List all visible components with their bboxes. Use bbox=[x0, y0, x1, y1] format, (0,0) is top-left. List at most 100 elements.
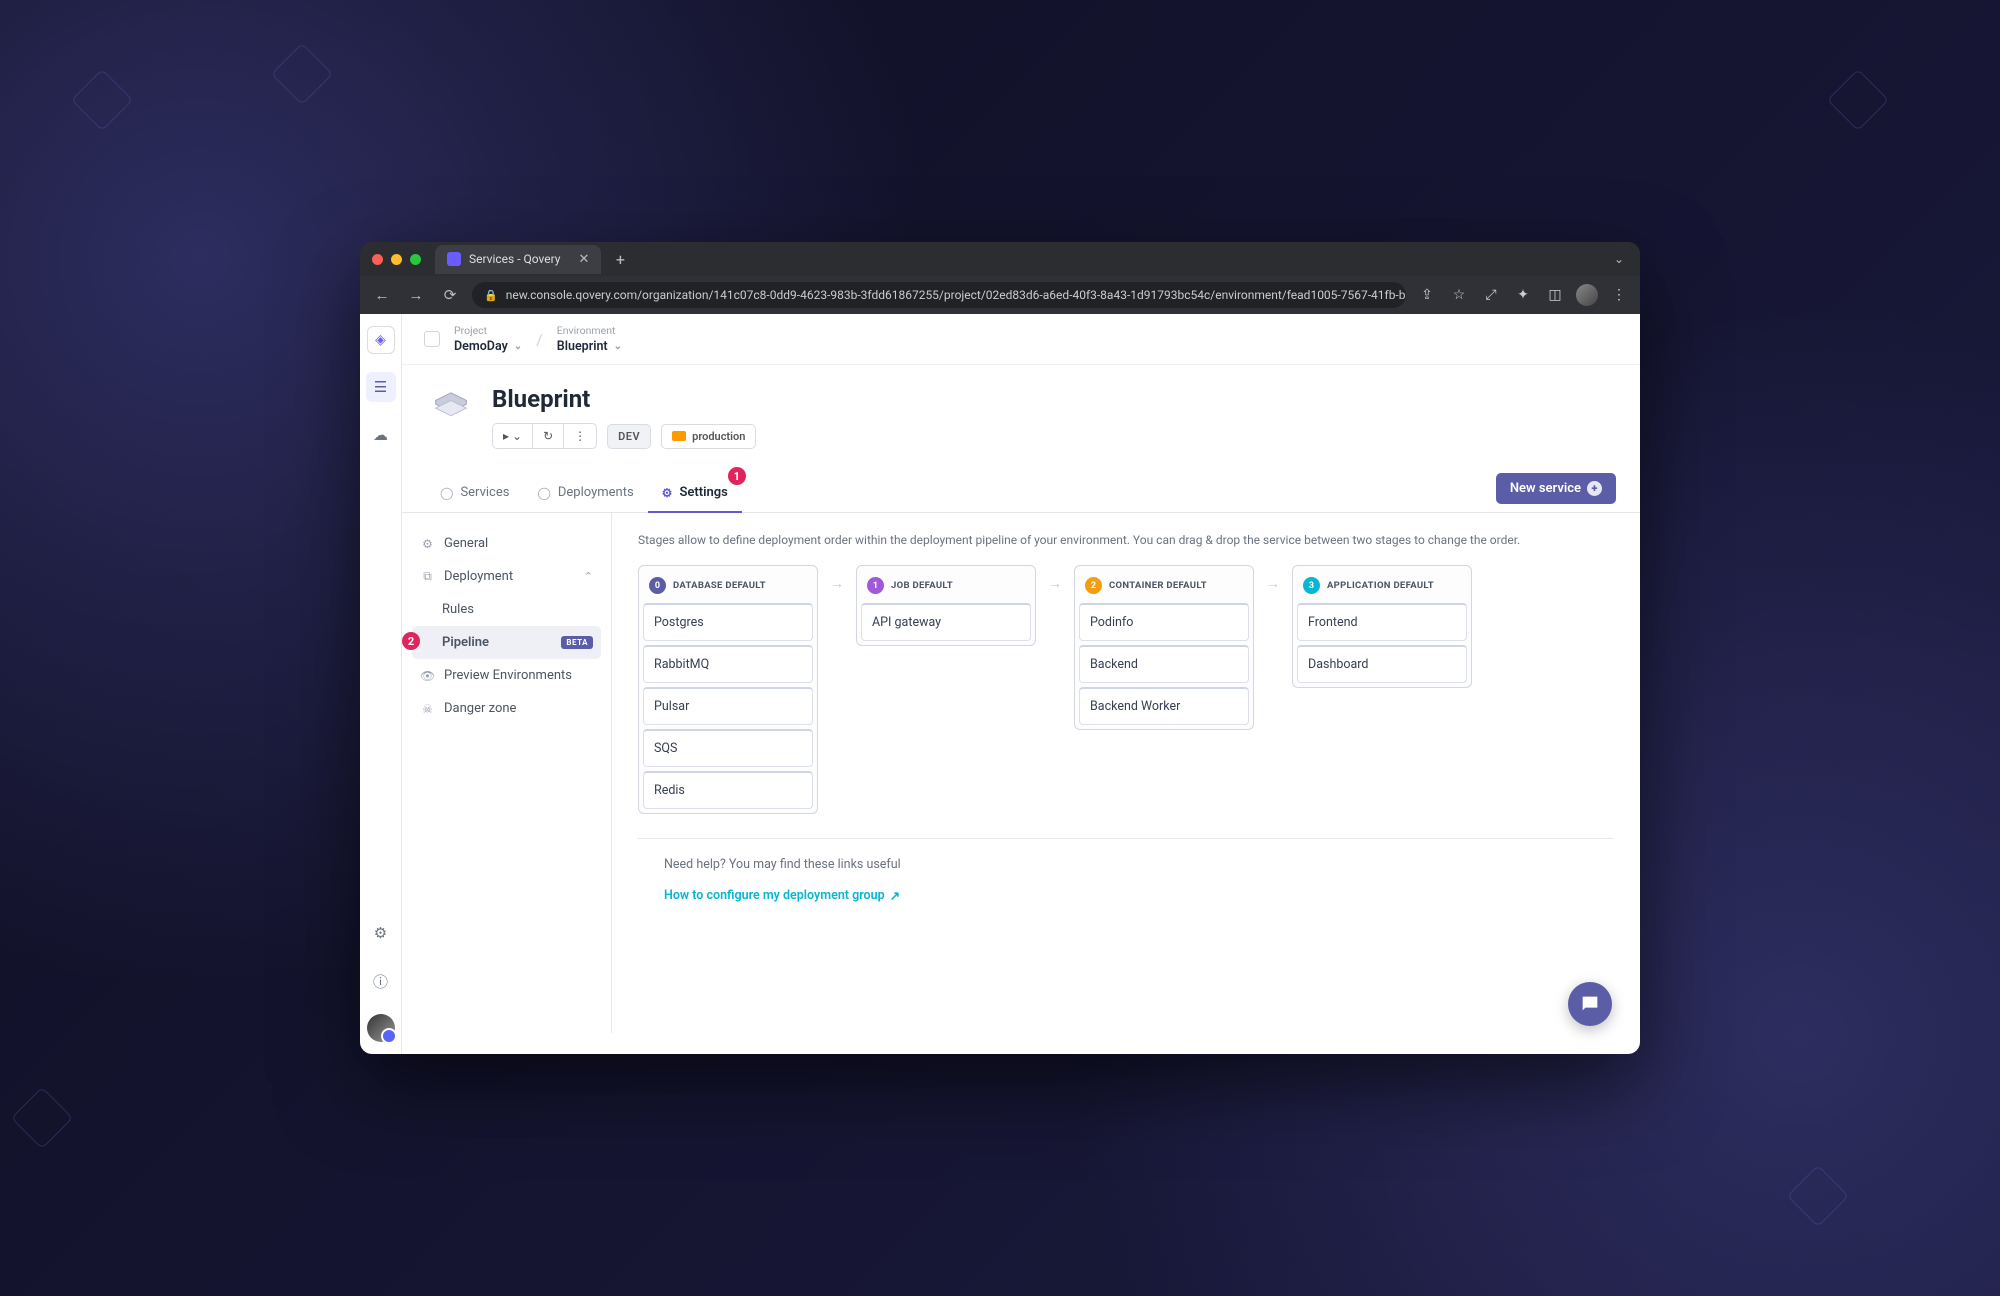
help-link[interactable]: How to configure my deployment group ↗ bbox=[664, 888, 900, 904]
menu-label: Pipeline bbox=[442, 635, 489, 650]
breadcrumb-project[interactable]: Project DemoDay⌄ bbox=[454, 324, 522, 354]
beta-tag: BETA bbox=[561, 636, 593, 649]
breadcrumb-environment[interactable]: Environment Blueprint ⌄ bbox=[557, 324, 622, 354]
tab-services[interactable]: ◯Services bbox=[426, 473, 523, 512]
more-button[interactable]: ⋮ bbox=[564, 424, 596, 448]
pipeline-description: Stages allow to define deployment order … bbox=[638, 533, 1614, 547]
stage-arrow-icon: → bbox=[830, 565, 844, 592]
stage-number: 1 bbox=[867, 577, 884, 594]
service-card[interactable]: API gateway bbox=[861, 603, 1031, 641]
gear-icon: ⚙ bbox=[420, 537, 435, 551]
stages-row: 0DATABASE DEFAULTPostgresRabbitMQPulsarS… bbox=[638, 565, 1614, 814]
menu-danger[interactable]: ☠Danger zone bbox=[412, 692, 601, 725]
profile-avatar[interactable] bbox=[1576, 284, 1598, 306]
tab-label: Deployments bbox=[558, 485, 634, 500]
play-button[interactable]: ▸ ⌄ bbox=[493, 424, 533, 448]
chevron-down-icon: ⌄ bbox=[614, 341, 622, 352]
close-tab-icon[interactable]: ✕ bbox=[578, 252, 589, 267]
tabs-dropdown-icon[interactable]: ⌄ bbox=[1614, 252, 1624, 266]
share-icon[interactable]: ⇪ bbox=[1416, 287, 1438, 303]
service-card[interactable]: Frontend bbox=[1297, 603, 1467, 641]
minimize-window-icon[interactable] bbox=[391, 254, 402, 265]
service-card[interactable]: Podinfo bbox=[1079, 603, 1249, 641]
reload-button[interactable]: ⟳ bbox=[438, 286, 462, 304]
breadcrumb-label: Project bbox=[454, 324, 522, 337]
menu-preview[interactable]: 👁 Preview Environments bbox=[412, 659, 601, 692]
stage-column: 0DATABASE DEFAULTPostgresRabbitMQPulsarS… bbox=[638, 565, 818, 814]
menu-deployment[interactable]: ⧉Deployment⌃ bbox=[412, 560, 601, 593]
chevron-up-icon: ⌃ bbox=[584, 570, 593, 583]
help-link-text: How to configure my deployment group bbox=[664, 888, 885, 903]
app-sidebar: ◈ ☰ ☁ ⚙ ⓘ bbox=[360, 314, 402, 1054]
project-icon bbox=[424, 331, 440, 347]
env-mode-tag: DEV bbox=[607, 424, 651, 449]
menu-icon[interactable]: ⋮ bbox=[1608, 287, 1630, 303]
sidebar-environments-icon[interactable]: ☰ bbox=[366, 372, 396, 402]
breadcrumb-value: Blueprint bbox=[557, 339, 608, 354]
sidebar-avatar[interactable] bbox=[367, 1014, 395, 1042]
restart-button[interactable]: ↻ bbox=[533, 424, 564, 448]
maximize-window-icon[interactable] bbox=[410, 254, 421, 265]
service-card[interactable]: SQS bbox=[643, 729, 813, 767]
plus-icon: + bbox=[1587, 481, 1602, 496]
breadcrumb: Project DemoDay⌄ / Environment Blueprint… bbox=[402, 314, 1640, 365]
window-controls bbox=[372, 254, 421, 265]
menu-pipeline[interactable]: 2 Pipeline BETA bbox=[412, 626, 601, 659]
service-card[interactable]: Dashboard bbox=[1297, 645, 1467, 683]
tab-label: Services bbox=[460, 485, 509, 500]
environment-icon bbox=[426, 385, 476, 435]
stage-title: JOB DEFAULT bbox=[891, 580, 953, 591]
forward-button[interactable]: → bbox=[404, 286, 428, 304]
help-title: Need help? You may find these links usef… bbox=[664, 857, 1588, 872]
stage-title: CONTAINER DEFAULT bbox=[1109, 580, 1207, 591]
page-title: Blueprint bbox=[492, 385, 756, 413]
bookmark-icon[interactable]: ☆ bbox=[1448, 287, 1470, 303]
service-card[interactable]: Pulsar bbox=[643, 687, 813, 725]
header-area: Blueprint ▸ ⌄ ↻ ⋮ DEV production bbox=[402, 365, 1640, 449]
close-window-icon[interactable] bbox=[372, 254, 383, 265]
fullscreen-icon[interactable]: ⤢ bbox=[1480, 287, 1502, 303]
back-button[interactable]: ← bbox=[370, 286, 394, 304]
help-section: Need help? You may find these links usef… bbox=[638, 838, 1614, 922]
menu-general[interactable]: ⚙ General bbox=[412, 527, 601, 560]
breadcrumb-label: Environment bbox=[557, 324, 622, 337]
service-card[interactable]: RabbitMQ bbox=[643, 645, 813, 683]
service-card[interactable]: Backend bbox=[1079, 645, 1249, 683]
panel-icon[interactable]: ◫ bbox=[1544, 287, 1566, 303]
menu-label: Danger zone bbox=[444, 701, 516, 716]
address-bar[interactable]: 🔒 new.console.qovery.com/organization/14… bbox=[472, 282, 1406, 308]
sidebar-info-icon[interactable]: ⓘ bbox=[366, 966, 396, 996]
service-card[interactable]: Postgres bbox=[643, 603, 813, 641]
new-tab-button[interactable]: + bbox=[607, 246, 633, 272]
service-card[interactable]: Backend Worker bbox=[1079, 687, 1249, 725]
service-card[interactable]: Redis bbox=[643, 771, 813, 809]
tab-settings[interactable]: ⚙ Settings 1 bbox=[648, 473, 742, 512]
stage-title: DATABASE DEFAULT bbox=[673, 580, 766, 591]
browser-window: Services - Qovery ✕ + ⌄ ← → ⟳ 🔒 new.cons… bbox=[360, 242, 1640, 1054]
cloud-tag: production bbox=[661, 424, 756, 449]
menu-label: General bbox=[444, 536, 488, 551]
stage-number: 3 bbox=[1303, 577, 1320, 594]
tab-deployments[interactable]: ◯Deployments bbox=[523, 473, 647, 512]
menu-label: Preview Environments bbox=[444, 668, 572, 683]
lock-icon: 🔒 bbox=[484, 289, 498, 302]
pipeline-badge: 2 bbox=[402, 632, 420, 650]
sidebar-cloud-icon[interactable]: ☁ bbox=[366, 420, 396, 450]
chart-icon: ⧉ bbox=[420, 569, 435, 584]
stage-arrow-icon: → bbox=[1048, 565, 1062, 592]
eye-icon: 👁 bbox=[420, 669, 435, 683]
chat-button[interactable] bbox=[1568, 982, 1612, 1026]
stage-column: 1 JOB DEFAULT API gateway bbox=[856, 565, 1036, 646]
new-service-button[interactable]: New service + bbox=[1496, 473, 1616, 504]
stage-arrow-icon: → bbox=[1266, 565, 1280, 592]
browser-tab[interactable]: Services - Qovery ✕ bbox=[435, 245, 601, 274]
main-panel: Project DemoDay⌄ / Environment Blueprint… bbox=[402, 314, 1640, 1054]
stage-title: APPLICATION DEFAULT bbox=[1327, 580, 1434, 591]
url-text: new.console.qovery.com/organization/141c… bbox=[506, 288, 1406, 302]
menu-rules[interactable]: Rules bbox=[412, 593, 601, 626]
tab-bar: ◯Services ◯Deployments ⚙ Settings 1 New … bbox=[402, 473, 1640, 513]
sidebar-settings-icon[interactable]: ⚙ bbox=[366, 918, 396, 948]
extensions-icon[interactable]: ✦ bbox=[1512, 287, 1534, 303]
breadcrumb-value: DemoDay bbox=[454, 339, 508, 354]
app-logo[interactable]: ◈ bbox=[367, 326, 395, 354]
